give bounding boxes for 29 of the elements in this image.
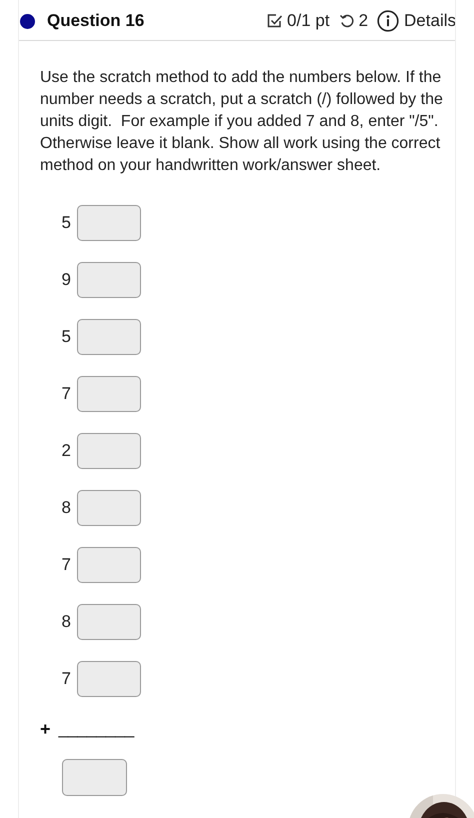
retry-icon [338, 13, 355, 29]
answer-field[interactable] [77, 205, 141, 241]
answer-field[interactable] [77, 661, 141, 697]
digit-label: 5 [60, 326, 71, 348]
answer-field[interactable] [77, 604, 141, 640]
plus-sign: + [40, 719, 51, 739]
digit-label: 9 [60, 269, 71, 292]
details-link[interactable]: Details [404, 8, 456, 34]
digit-label: 2 [60, 440, 71, 462]
checkbox-icon [267, 13, 284, 29]
answer-field[interactable] [77, 547, 141, 583]
answer-field[interactable] [77, 490, 141, 526]
sum-field[interactable] [62, 759, 127, 796]
answer-field[interactable] [77, 262, 141, 298]
question-title: Question 16 [47, 10, 144, 32]
answer-field[interactable] [77, 433, 141, 469]
score-text: 0/1 pt [287, 10, 330, 32]
attempts-text: 2 [358, 10, 368, 32]
answer-field[interactable] [77, 319, 141, 355]
sum-line: ________ [58, 719, 134, 739]
digit-label: 7 [60, 383, 71, 406]
answer-field[interactable] [77, 376, 141, 412]
digit-label: 7 [60, 554, 71, 576]
digit-label: 8 [60, 611, 71, 634]
instructions-text: Use the scratch method to add the numbers below. If the number needs a scratch, put a scratch (/) followed by the units digit. For example if you added 7 and 8, enter "/5". Otherwise leave it blank. Show all work using the correct method on your handwritten work/answer sheet. [40, 68, 444, 176]
digit-label: 5 [60, 212, 71, 234]
digit-label: 8 [60, 497, 71, 520]
info-icon[interactable] [377, 10, 400, 32]
digit-label: 7 [60, 668, 71, 690]
